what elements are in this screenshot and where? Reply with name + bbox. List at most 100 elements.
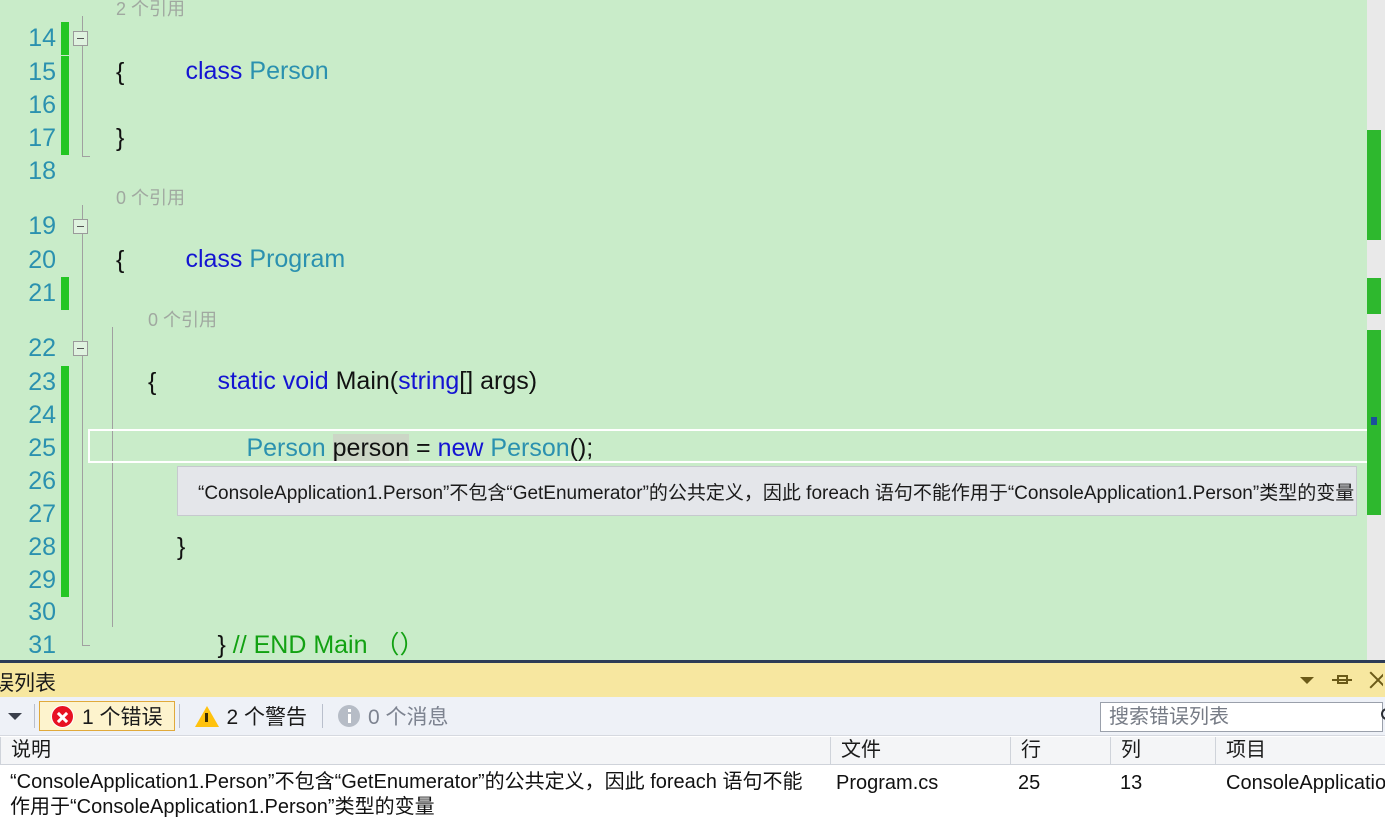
code-line-30[interactable]: 30 } // END Main （） [0, 596, 1367, 659]
code-line-19[interactable]: 19 class Program [0, 210, 1367, 273]
code-surface[interactable]: 2 个引用 14 class Person 15 { 16 17} 18 0 … [0, 0, 1377, 660]
line-number: 21 [28, 279, 56, 307]
code-text: } [116, 124, 125, 152]
change-bar [61, 89, 69, 123]
panel-title-label: 错误列表 [0, 672, 56, 695]
code-line-29[interactable]: 29 [0, 564, 1367, 598]
change-bar [61, 465, 69, 499]
code-line-17[interactable]: 17 } [0, 122, 1367, 156]
code-line-28[interactable]: 28 } [0, 531, 1367, 565]
line-number: 22 [28, 334, 56, 362]
line-number: 18 [28, 157, 56, 185]
pin-icon[interactable] [1331, 670, 1353, 690]
line-number: 29 [28, 566, 56, 594]
column-header-project[interactable]: 项目 [1215, 737, 1385, 764]
line-number: 25 [28, 434, 56, 462]
column-header-column[interactable]: 列 [1110, 737, 1215, 764]
error-tooltip-text: “ConsoleApplication1.Person”不包含“GetEnume… [198, 482, 1355, 504]
code-line-14[interactable]: 14 class Person [0, 22, 1367, 85]
codelens-references[interactable]: 2 个引用 [116, 0, 185, 21]
code-line-23[interactable]: 23 { [0, 366, 1367, 400]
line-number: 27 [28, 500, 56, 528]
search-input[interactable] [1101, 703, 1376, 731]
change-bar [61, 432, 69, 466]
scrollbar-change-mark [1367, 130, 1381, 240]
error-icon [51, 704, 74, 728]
change-bar [61, 122, 69, 156]
code-text: { [116, 246, 125, 274]
code-line-18[interactable]: 18 [0, 155, 1367, 188]
change-bar [61, 56, 69, 90]
code-line-16[interactable]: 16 [0, 89, 1367, 123]
change-bar [61, 366, 69, 400]
code-line-31[interactable]: 31 [0, 629, 1367, 660]
collapse-toggle-icon[interactable] [73, 341, 88, 356]
codelens-references[interactable]: 0 个引用 [116, 186, 185, 210]
error-list-panel[interactable]: 错误列表 1 个错误 2 个警告 0 个消息 [0, 660, 1385, 836]
scrollbar-change-mark [1367, 278, 1381, 314]
panel-title-buttons[interactable] [1297, 663, 1385, 697]
collapse-toggle-icon[interactable] [73, 31, 88, 46]
chevron-down-icon[interactable] [1297, 670, 1317, 690]
line-number: 16 [28, 91, 56, 119]
line-number: 15 [28, 58, 56, 86]
code-line-22[interactable]: 22 static void Main(string[] args) [0, 332, 1367, 395]
code-text: { [148, 368, 157, 396]
cell-column: 13 [1120, 772, 1143, 794]
line-number: 28 [28, 533, 56, 561]
code-line-25[interactable]: 25 foreach (var item in person) [0, 432, 1367, 497]
change-bar [61, 531, 69, 565]
line-number: 20 [28, 246, 56, 274]
code-line-21[interactable]: 21 [0, 277, 1367, 311]
line-number: 23 [28, 368, 56, 396]
line-number: 31 [28, 631, 56, 659]
errors-count-label: 1 个错误 [82, 706, 163, 729]
line-number: 26 [28, 467, 56, 495]
line-number: 30 [28, 598, 56, 626]
change-bar [61, 22, 69, 56]
toolbar-separator [322, 704, 324, 728]
cell-project: ConsoleApplicatio [1226, 772, 1385, 794]
code-line-24[interactable]: 24 Person person = new Person(); [0, 399, 1367, 462]
column-header-line[interactable]: 行 [1010, 737, 1110, 764]
error-tooltip: “ConsoleApplication1.Person”不包含“GetEnume… [177, 466, 1357, 516]
code-line-20[interactable]: 20 { [0, 244, 1367, 277]
change-bar [61, 399, 69, 433]
messages-filter-button[interactable]: 0 个消息 [327, 701, 460, 731]
panel-title-bar[interactable]: 错误列表 [0, 663, 1385, 697]
cell-file: Program.cs [836, 772, 939, 794]
errors-filter-button[interactable]: 1 个错误 [39, 701, 175, 731]
line-number: 17 [28, 124, 56, 152]
codelens-references[interactable]: 0 个引用 [148, 308, 217, 332]
search-box[interactable] [1100, 702, 1385, 732]
search-icon[interactable] [1376, 704, 1385, 730]
code-text: } [177, 533, 186, 561]
filter-dropdown-caret-icon[interactable] [0, 697, 30, 735]
cell-line: 25 [1018, 772, 1041, 794]
column-header-description[interactable]: 说明 [0, 737, 830, 764]
change-bar [61, 564, 69, 598]
column-header-file[interactable]: 文件 [830, 737, 1010, 764]
error-table-header[interactable]: 说明 文件 行 列 项目 [0, 737, 1385, 765]
table-row[interactable]: “ConsoleApplication1.Person”不包含“GetEnume… [0, 766, 1385, 822]
line-number: 24 [28, 401, 56, 429]
code-text: { [116, 58, 125, 86]
scrollbar-caret-mark [1371, 417, 1377, 425]
warning-icon [194, 705, 219, 727]
code-editor[interactable]: 2 个引用 14 class Person 15 { 16 17} 18 0 … [0, 0, 1385, 660]
line-number: 14 [28, 24, 56, 52]
close-icon[interactable] [1367, 670, 1383, 690]
warnings-filter-button[interactable]: 2 个警告 [184, 701, 319, 731]
change-bar [61, 498, 69, 532]
info-icon [338, 705, 361, 727]
messages-count-label: 0 个消息 [368, 706, 449, 729]
collapse-toggle-icon[interactable] [73, 219, 88, 234]
cell-description: “ConsoleApplication1.Person”不包含“GetEnume… [10, 771, 803, 818]
code-line-15[interactable]: 15 { [0, 56, 1367, 90]
line-number: 19 [28, 212, 56, 240]
editor-vertical-scrollbar[interactable] [1367, 0, 1385, 660]
warnings-count-label: 2 个警告 [226, 706, 308, 729]
toolbar-separator [178, 704, 180, 728]
change-bar [61, 277, 69, 311]
toolbar-separator [34, 704, 35, 728]
